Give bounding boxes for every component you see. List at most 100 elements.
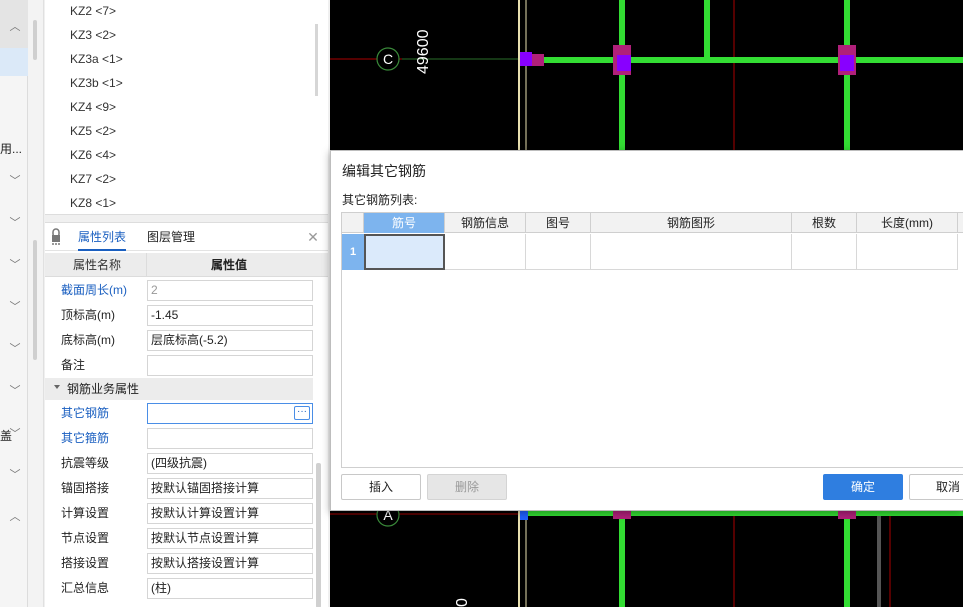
list-item[interactable]: KZ3a <1> bbox=[70, 47, 123, 71]
scrollbar-thumb[interactable] bbox=[33, 240, 37, 360]
property-row-seismic-grade: 抗震等级 (四级抗震) bbox=[45, 451, 328, 476]
list-item[interactable]: KZ8 <1> bbox=[70, 191, 116, 215]
grid-cell-figure-no[interactable] bbox=[526, 234, 591, 270]
property-value-field[interactable]: -1.45 bbox=[147, 305, 313, 326]
beam[interactable] bbox=[844, 516, 850, 607]
lock-icon[interactable] bbox=[51, 228, 61, 246]
chevron-up-icon[interactable]: ︿ bbox=[8, 20, 22, 34]
nav-block[interactable]: ︿ bbox=[0, 0, 28, 48]
delete-button[interactable]: 删除 bbox=[427, 474, 507, 500]
property-row-top-elevation: 顶标高(m) -1.45 bbox=[45, 303, 328, 328]
property-scrollbar[interactable] bbox=[316, 463, 321, 607]
grid-cell-rebar-shape[interactable] bbox=[591, 234, 792, 270]
chevron-down-icon[interactable]: ﹀ bbox=[8, 300, 22, 314]
column-header-rebar-info[interactable]: 钢筋信息 bbox=[445, 213, 526, 233]
tab-property-list[interactable]: 属性列表 bbox=[78, 223, 127, 251]
grid-cell-count[interactable] bbox=[792, 234, 857, 270]
list-item[interactable]: KZ3b <1> bbox=[70, 71, 123, 95]
row-number[interactable]: 1 bbox=[342, 234, 364, 270]
property-value-field[interactable]: 2 bbox=[147, 280, 313, 301]
insert-button[interactable]: 插入 bbox=[341, 474, 421, 500]
rebar-grid: 筋号 钢筋信息 图号 钢筋图形 根数 长度(mm) 1 bbox=[341, 212, 963, 468]
column-header-count[interactable]: 根数 bbox=[792, 213, 857, 233]
property-name: 抗震等级 bbox=[61, 456, 110, 470]
property-value-field[interactable] bbox=[147, 428, 313, 449]
column-header-length[interactable]: 长度(mm) bbox=[857, 213, 958, 233]
chevron-down-icon[interactable]: ﹀ bbox=[8, 216, 22, 230]
chevron-down-icon[interactable]: ﹀ bbox=[8, 258, 22, 272]
header-property-name: 属性名称 bbox=[73, 258, 122, 272]
list-item[interactable]: KZ2 <7> bbox=[70, 0, 116, 23]
list-item[interactable]: KZ3 <2> bbox=[70, 23, 116, 47]
property-group-rebar[interactable]: 钢筋业务属性 bbox=[45, 378, 313, 400]
nav-block-selected[interactable] bbox=[0, 48, 28, 76]
property-name: 汇总信息 bbox=[61, 581, 110, 595]
chevron-down-icon[interactable]: ﹀ bbox=[8, 174, 22, 188]
property-value-field[interactable]: (柱) bbox=[147, 578, 313, 599]
column-header-figure-no[interactable]: 图号 bbox=[526, 213, 591, 233]
axis-label-c: C bbox=[383, 51, 393, 67]
splitter-column bbox=[28, 0, 44, 607]
column-node[interactable] bbox=[520, 52, 532, 66]
nav-fragment-text: 用... bbox=[0, 142, 23, 156]
property-name: 计算设置 bbox=[61, 506, 110, 520]
property-name: 底标高(m) bbox=[61, 333, 115, 347]
list-item[interactable]: KZ4 <9> bbox=[70, 95, 116, 119]
column-header-rebar-shape[interactable]: 钢筋图形 bbox=[591, 213, 792, 233]
beam[interactable] bbox=[877, 516, 881, 607]
dimension-text: 0 bbox=[454, 598, 471, 607]
list-item[interactable]: KZ7 <2> bbox=[70, 167, 116, 191]
property-name: 备注 bbox=[61, 358, 86, 372]
dialog-title: 编辑其它钢筋 bbox=[342, 163, 426, 179]
chevron-up-icon[interactable]: ︿ bbox=[8, 510, 22, 524]
chevron-down-icon[interactable]: ﹀ bbox=[8, 384, 22, 398]
chevron-down-icon[interactable]: ﹀ bbox=[8, 342, 22, 356]
tab-layer-manager[interactable]: 图层管理 bbox=[147, 223, 195, 251]
property-value-field[interactable]: 按默认搭接设置计算 bbox=[147, 553, 313, 574]
grid-cell-length[interactable] bbox=[857, 234, 958, 270]
dimension-text: 49600 bbox=[415, 29, 432, 74]
property-name: 锚固搭接 bbox=[61, 481, 110, 495]
property-value-field[interactable]: 按默认节点设置计算 bbox=[147, 528, 313, 549]
beam[interactable] bbox=[526, 57, 963, 63]
property-value-field[interactable]: 按默认计算设置计算 bbox=[147, 503, 313, 524]
edit-other-rebar-dialog: 编辑其它钢筋 其它钢筋列表: 筋号 钢筋信息 图号 钢筋图形 根数 长度(mm)… bbox=[330, 150, 963, 511]
grid-header: 筋号 钢筋信息 图号 钢筋图形 根数 长度(mm) bbox=[342, 213, 963, 233]
property-name: 其它钢筋 bbox=[61, 406, 110, 420]
column-node[interactable] bbox=[840, 55, 854, 71]
property-value-field[interactable]: ··· bbox=[147, 403, 313, 424]
column-header-bar-no[interactable]: 筋号 bbox=[364, 213, 445, 233]
collapse-triangle-icon[interactable] bbox=[54, 385, 60, 389]
property-row-lap-settings: 搭接设置 按默认搭接设置计算 bbox=[45, 551, 328, 576]
chevron-down-icon[interactable]: ﹀ bbox=[8, 427, 22, 441]
property-row-calc-settings: 计算设置 按默认计算设置计算 bbox=[45, 501, 328, 526]
list-scrollbar[interactable] bbox=[315, 24, 318, 96]
property-value-field[interactable] bbox=[147, 355, 313, 376]
property-value-field[interactable]: (四级抗震) bbox=[147, 453, 313, 474]
chevron-down-icon[interactable]: ﹀ bbox=[8, 468, 22, 482]
property-name: 顶标高(m) bbox=[61, 308, 115, 322]
grid-cell-bar-no[interactable] bbox=[364, 234, 445, 270]
property-table-header: 属性名称 属性值 bbox=[45, 253, 328, 277]
beam[interactable] bbox=[704, 0, 710, 57]
group-title: 钢筋业务属性 bbox=[67, 382, 140, 396]
property-row-perimeter: 截面周长(m) 2 bbox=[45, 278, 328, 303]
header-property-value: 属性值 bbox=[211, 258, 248, 272]
beam[interactable] bbox=[619, 516, 625, 607]
rebar-list-label: 其它钢筋列表: bbox=[342, 193, 418, 207]
property-value-field[interactable]: 层底标高(-5.2) bbox=[147, 330, 313, 351]
property-name: 节点设置 bbox=[61, 531, 110, 545]
list-item[interactable]: KZ5 <2> bbox=[70, 119, 116, 143]
property-row-remark: 备注 bbox=[45, 353, 328, 378]
cancel-button[interactable]: 取消 bbox=[909, 474, 963, 500]
close-icon[interactable]: ✕ bbox=[305, 229, 321, 245]
property-value-field[interactable]: 按默认锚固搭接计算 bbox=[147, 478, 313, 499]
grid-cell-rebar-info[interactable] bbox=[445, 234, 526, 270]
column-node[interactable] bbox=[617, 55, 631, 71]
ellipsis-button[interactable]: ··· bbox=[294, 406, 310, 420]
property-name: 截面周长(m) bbox=[61, 283, 127, 297]
ok-button[interactable]: 确定 bbox=[823, 474, 903, 500]
property-name: 搭接设置 bbox=[61, 556, 110, 570]
list-item[interactable]: KZ6 <4> bbox=[70, 143, 116, 167]
scrollbar-thumb[interactable] bbox=[33, 20, 37, 60]
